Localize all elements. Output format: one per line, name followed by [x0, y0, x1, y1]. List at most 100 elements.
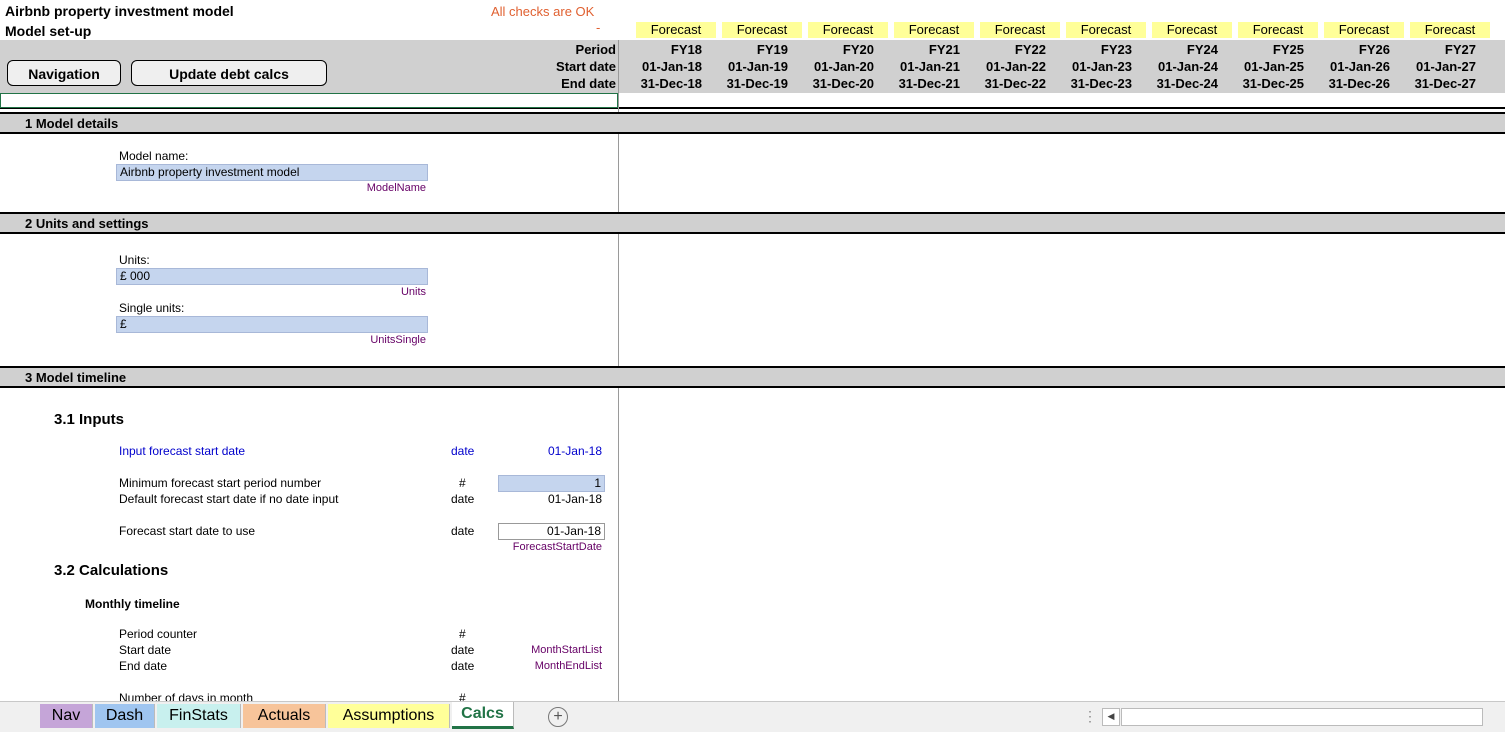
period-counter-unit: #: [459, 627, 466, 641]
period-end-date: 31-Dec-21: [898, 76, 960, 91]
section-model-details: 1 Model details: [0, 112, 1505, 134]
sheet-tab-assumptions[interactable]: Assumptions: [328, 704, 450, 728]
monthly-timeline-heading: Monthly timeline: [85, 597, 180, 611]
forecast-flag: Forecast: [1410, 22, 1490, 38]
input-start-date-unit: date: [451, 444, 475, 458]
period-start-date: 01-Jan-27: [1416, 59, 1476, 74]
period-start-date: 01-Jan-22: [986, 59, 1046, 74]
units-input[interactable]: £ 000: [116, 268, 428, 285]
period-fy: FY23: [1100, 42, 1132, 57]
forecast-start-range: ForecastStartDate: [512, 541, 602, 553]
period-fy: FY25: [1272, 42, 1304, 57]
sheet-tab-bar: Nav Dash FinStats Actuals Assumptions Calcs +…: [0, 701, 1505, 732]
model-name-input[interactable]: Airbnb property investment model: [116, 164, 428, 181]
period-start-date: 01-Jan-23: [1072, 59, 1132, 74]
start-date-label: Start date: [556, 59, 616, 74]
month-start-range: MonthStartList: [531, 644, 602, 656]
month-end-label: End date: [119, 659, 168, 673]
selected-cell[interactable]: [0, 93, 618, 108]
sheet-tab-actuals[interactable]: Actuals: [243, 704, 326, 728]
forecast-flag: Forecast: [1066, 22, 1146, 38]
section-title: 1 Model details: [25, 116, 119, 131]
forecast-flag: Forecast: [980, 22, 1060, 38]
input-start-date-label: Input forecast start date: [119, 444, 246, 458]
period-start-date: 01-Jan-19: [728, 59, 788, 74]
period-fy: FY21: [928, 42, 960, 57]
period-end-date: 31-Dec-26: [1328, 76, 1390, 91]
single-units-range: UnitsSingle: [370, 334, 426, 346]
forecast-start-use-unit: date: [451, 524, 475, 538]
inputs-heading: 3.1 Inputs: [54, 411, 125, 428]
end-date-label: End date: [561, 76, 616, 91]
forecast-flag: Forecast: [722, 22, 802, 38]
forecast-flag: Forecast: [1324, 22, 1404, 38]
default-start-value: 01-Jan-18: [547, 492, 602, 506]
min-period-unit: #: [459, 476, 466, 490]
month-end-unit: date: [451, 659, 475, 673]
units-label: Units:: [119, 253, 150, 267]
units-range: Units: [400, 286, 426, 298]
navigation-button[interactable]: Navigation: [7, 60, 121, 86]
scroll-left-icon[interactable]: ◀: [1102, 708, 1120, 726]
section-title: 3 Model timeline: [25, 370, 127, 385]
period-fy: FY27: [1444, 42, 1476, 57]
forecast-flag: Forecast: [1152, 22, 1232, 38]
input-start-date-value[interactable]: 01-Jan-18: [500, 444, 602, 458]
sheet-subtitle: Model set-up: [5, 23, 92, 39]
forecast-flag: Forecast: [636, 22, 716, 38]
period-fy: FY26: [1358, 42, 1390, 57]
add-sheet-icon[interactable]: +: [548, 707, 568, 727]
period-fy: FY20: [842, 42, 874, 57]
period-start-date: 01-Jan-21: [900, 59, 960, 74]
checks-status: All checks are OK: [491, 4, 595, 19]
single-units-input[interactable]: £: [116, 316, 428, 333]
forecast-start-use-value: 01-Jan-18: [498, 523, 605, 540]
section-units-settings: 2 Units and settings: [0, 212, 1505, 234]
period-start-date: 01-Jan-26: [1330, 59, 1390, 74]
min-period-input[interactable]: 1: [498, 475, 605, 492]
period-end-date: 31-Dec-22: [984, 76, 1046, 91]
period-counter-label: Period counter: [119, 627, 198, 641]
section-title: 2 Units and settings: [25, 216, 149, 231]
model-title: Airbnb property investment model: [5, 3, 234, 19]
sheet-tab-dash[interactable]: Dash: [95, 704, 155, 728]
period-start-date: 01-Jan-20: [814, 59, 874, 74]
period-start-date: 01-Jan-18: [642, 59, 702, 74]
update-debt-calcs-button[interactable]: Update debt calcs: [131, 60, 327, 86]
period-end-date: 31-Dec-25: [1242, 76, 1304, 91]
single-units-label: Single units:: [119, 301, 185, 315]
period-end-date: 31-Dec-18: [640, 76, 702, 91]
default-start-unit: date: [451, 492, 475, 506]
forecast-flag: Forecast: [1238, 22, 1318, 38]
forecast-flag: Forecast: [808, 22, 888, 38]
period-fy: FY19: [756, 42, 788, 57]
period-end-date: 31-Dec-19: [726, 76, 788, 91]
sheet-tab-calcs[interactable]: Calcs: [452, 702, 514, 729]
calculations-heading: 3.2 Calculations: [54, 562, 169, 579]
default-start-label: Default forecast start date if no date i…: [119, 492, 339, 506]
period-fy: FY18: [670, 42, 702, 57]
horizontal-scrollbar[interactable]: [1121, 708, 1483, 726]
period-label: Period: [575, 42, 616, 57]
checks-dash: -: [596, 20, 601, 35]
period-fy: FY22: [1014, 42, 1046, 57]
forecast-flag: Forecast: [894, 22, 974, 38]
model-name-range: ModelName: [366, 182, 426, 194]
period-end-date: 31-Dec-27: [1414, 76, 1476, 91]
month-start-unit: date: [451, 643, 475, 657]
period-start-date: 01-Jan-25: [1244, 59, 1304, 74]
month-start-label: Start date: [119, 643, 172, 657]
month-end-range: MonthEndList: [534, 660, 602, 672]
period-end-date: 31-Dec-23: [1070, 76, 1132, 91]
tab-splitter-icon[interactable]: ⋮: [1083, 708, 1097, 725]
period-start-date: 01-Jan-24: [1158, 59, 1218, 74]
forecast-start-use-label: Forecast start date to use: [119, 524, 256, 538]
period-end-date: 31-Dec-20: [812, 76, 874, 91]
section-model-timeline: 3 Model timeline: [0, 366, 1505, 388]
min-period-label: Minimum forecast start period number: [119, 476, 322, 490]
sheet-tab-finstats[interactable]: FinStats: [157, 704, 241, 728]
period-end-date: 31-Dec-24: [1156, 76, 1218, 91]
sheet-tab-nav[interactable]: Nav: [40, 704, 93, 728]
period-fy: FY24: [1186, 42, 1218, 57]
model-name-label: Model name:: [119, 149, 189, 163]
